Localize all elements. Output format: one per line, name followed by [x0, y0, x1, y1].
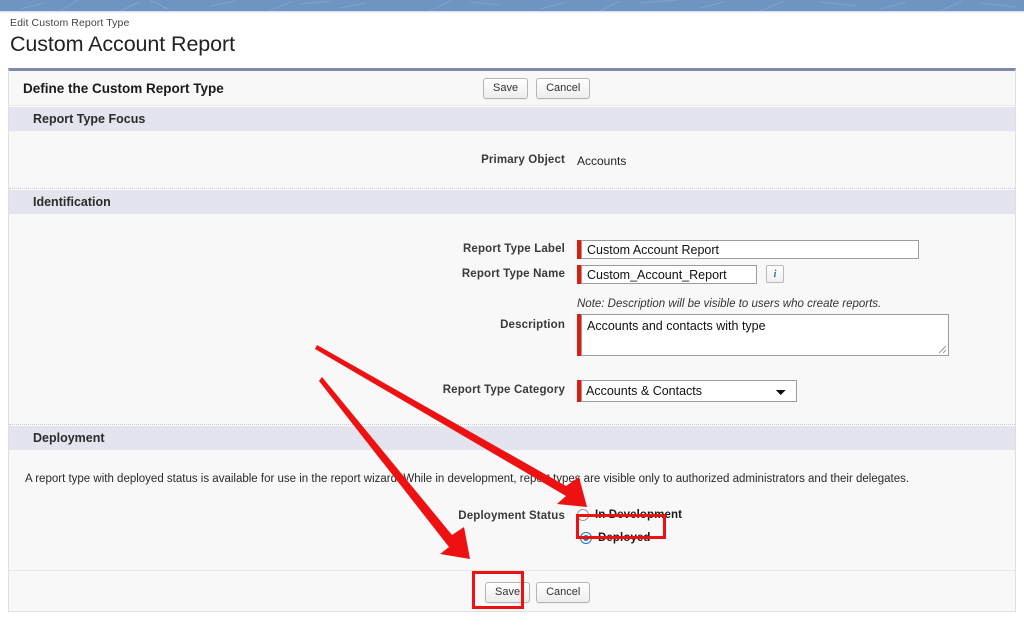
radio-label: Deployed: [598, 532, 651, 544]
resize-grip-icon[interactable]: [938, 345, 947, 354]
section-body-report-type-focus: Primary Object Accounts: [9, 131, 1015, 188]
radio-label: In Development: [595, 509, 683, 521]
report-type-label-input[interactable]: [581, 240, 919, 259]
save-button-top[interactable]: Save: [483, 78, 529, 99]
primary-object-row: Primary Object Accounts: [9, 131, 1015, 168]
top-banner: [0, 0, 1024, 11]
section-body-identification: Report Type Label Report Type Name i Not…: [9, 214, 1015, 424]
info-icon[interactable]: i: [766, 265, 784, 283]
radio-in-development-icon[interactable]: [577, 509, 589, 521]
section-header-label: Identification: [33, 195, 111, 209]
report-type-category-wrap: Accounts & Contacts: [577, 380, 797, 402]
report-type-label-row: Report Type Label: [9, 240, 1015, 259]
section-header-deployment: Deployment: [9, 425, 1015, 450]
report-type-label-label: Report Type Label: [462, 243, 565, 255]
section-header-identification: Identification: [9, 189, 1015, 214]
radio-option-deployed[interactable]: Deployed: [580, 532, 682, 544]
section-header-report-type-focus: Report Type Focus: [9, 106, 1015, 131]
report-type-category-select[interactable]: Accounts & Contacts: [581, 380, 797, 402]
primary-object-value: Accounts: [577, 154, 627, 168]
cancel-button-top[interactable]: Cancel: [536, 78, 591, 99]
report-type-name-label: Report Type Name: [461, 268, 565, 280]
deployment-status-row: Deployment Status In Development Deploye…: [9, 509, 1015, 544]
report-type-name-input-wrap: [577, 265, 757, 284]
report-type-name-input[interactable]: [581, 265, 757, 284]
report-type-category-label: Report Type Category: [442, 384, 565, 396]
save-button-bottom[interactable]: Save: [485, 582, 531, 603]
titlebar-actions: Save Cancel: [483, 78, 591, 99]
page-title: Custom Account Report: [10, 32, 235, 56]
footer-actions: Save Cancel: [485, 582, 591, 603]
report-type-label-input-wrap: [577, 240, 919, 259]
description-input-wrap: Accounts and contacts with type: [577, 314, 949, 356]
radio-deployed-icon[interactable]: [580, 532, 592, 544]
breadcrumb-eyebrow: Edit Custom Report Type: [10, 17, 130, 29]
primary-object-label: Primary Object: [481, 154, 565, 166]
report-type-panel: Define the Custom Report Type Save Cance…: [8, 68, 1016, 612]
banner-pattern: [19, 0, 1017, 11]
deployment-description: A report type with deployed status is av…: [25, 473, 910, 485]
banner-shadow: [0, 11, 1024, 13]
report-type-category-row: Report Type Category Accounts & Contacts: [9, 380, 1015, 402]
description-textarea[interactable]: Accounts and contacts with type: [581, 314, 949, 356]
report-type-name-row: Report Type Name i: [9, 265, 1015, 284]
deployment-status-label: Deployment Status: [458, 510, 565, 522]
description-label: Description: [500, 319, 565, 331]
section-body-deployment: A report type with deployed status is av…: [9, 450, 1015, 570]
panel-footer: Save Cancel: [9, 570, 1015, 611]
description-note: Note: Description will be visible to use…: [577, 298, 882, 310]
radio-option-in-development[interactable]: In Development: [577, 509, 682, 521]
page-header: Edit Custom Report Type Custom Account R…: [10, 17, 710, 57]
section-header-label: Report Type Focus: [33, 112, 146, 126]
section-header-label: Deployment: [33, 431, 105, 445]
description-note-row: Note: Description will be visible to use…: [9, 298, 1015, 310]
cancel-button-bottom[interactable]: Cancel: [536, 582, 591, 603]
panel-titlebar: Define the Custom Report Type Save Cance…: [9, 71, 1015, 106]
description-row: Description Accounts and contacts with t…: [9, 314, 1015, 356]
panel-title: Define the Custom Report Type: [23, 80, 224, 96]
deployment-status-options: In Development Deployed: [577, 509, 682, 544]
